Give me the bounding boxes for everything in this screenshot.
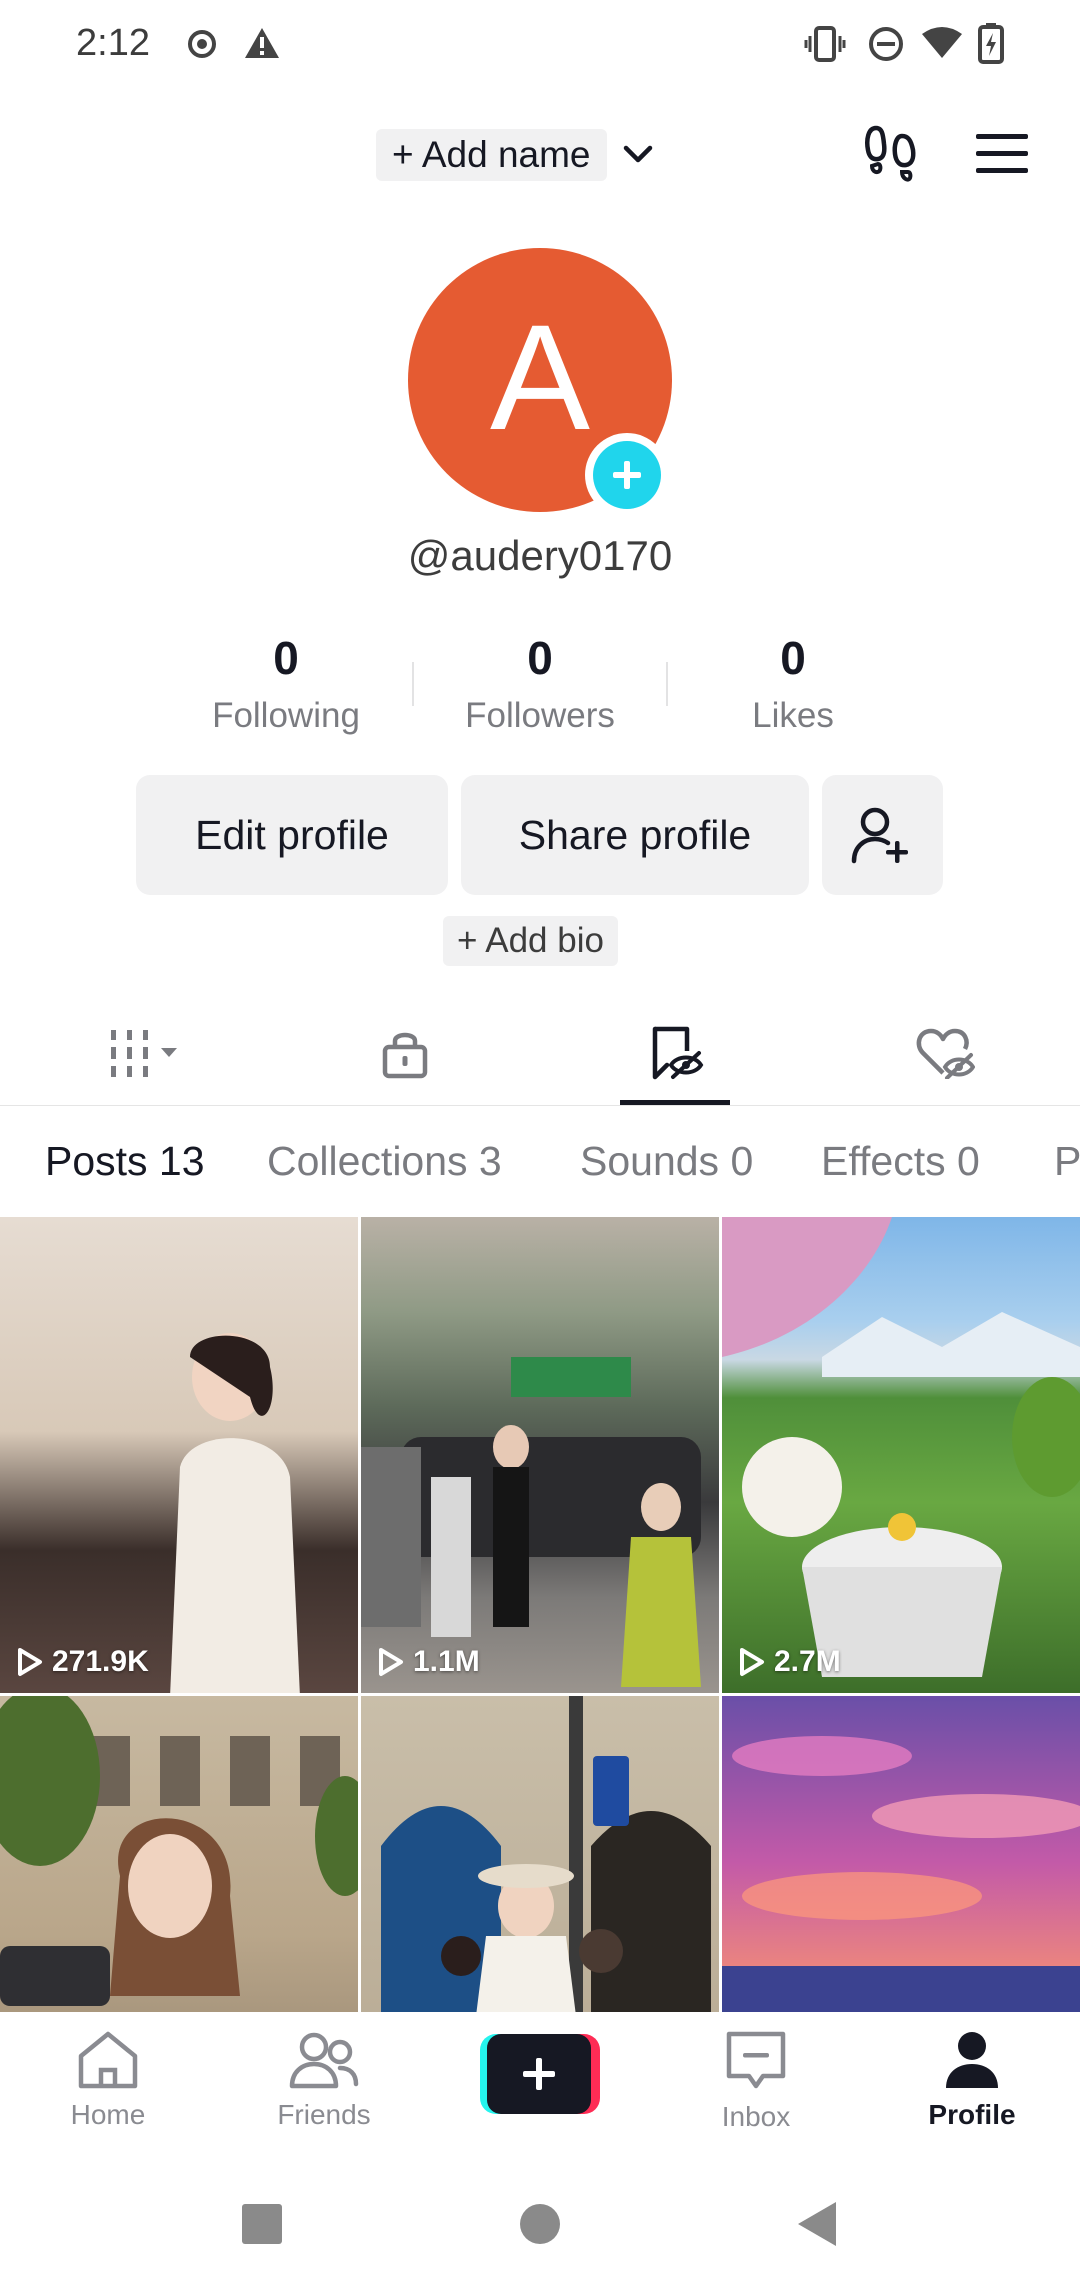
content-tabs: Posts 13 Collections 3 Sounds 0 Effects …: [0, 1106, 1080, 1218]
back-icon[interactable]: [796, 2200, 838, 2248]
add-friend-button[interactable]: [822, 775, 943, 895]
followers-count: 0: [527, 632, 553, 684]
record-icon: [188, 30, 216, 58]
nav-friends-label: Friends: [277, 2099, 371, 2130]
tab-effects[interactable]: Effects 0: [821, 1138, 980, 1185]
avatar-letter: A: [489, 293, 591, 461]
following-count: 0: [273, 632, 299, 684]
dnd-icon: [869, 27, 903, 61]
add-user-icon: [851, 807, 908, 864]
post-thumbnail[interactable]: 1.1M: [361, 1217, 719, 1693]
play-icon: [18, 1648, 42, 1676]
post-thumbnail[interactable]: [0, 1696, 358, 2012]
paris-street-image: [381, 1696, 711, 2012]
likes-count: 0: [780, 632, 806, 684]
tab-more[interactable]: P: [1054, 1138, 1080, 1185]
home-system-icon[interactable]: [518, 2202, 562, 2246]
system-navigation-bar: [0, 2162, 1080, 2280]
share-profile-button[interactable]: Share profile: [461, 775, 809, 895]
tab-reposts[interactable]: [620, 1018, 730, 1088]
view-count-text: 271.9K: [52, 1645, 149, 1678]
username: @audery0170: [407, 532, 673, 579]
nav-home[interactable]: Home: [28, 2030, 188, 2131]
tab-collections[interactable]: Collections 3: [267, 1138, 502, 1185]
post-thumbnail[interactable]: 2.7M: [722, 1217, 1080, 1693]
following-label: Following: [212, 696, 360, 735]
tab-sounds[interactable]: Sounds 0: [580, 1138, 753, 1185]
footprints-icon[interactable]: [862, 124, 920, 186]
home-icon: [78, 2031, 138, 2089]
building-portrait-image: [0, 1696, 358, 2006]
stat-following[interactable]: 0 Following: [171, 630, 401, 736]
inbox-icon: [726, 2031, 786, 2089]
vibrate-icon: [804, 26, 846, 62]
garden-scene-image: [722, 1217, 1080, 1677]
add-avatar-button[interactable]: [585, 433, 669, 517]
play-icon: [740, 1648, 764, 1676]
stat-followers[interactable]: 0 Followers: [425, 630, 655, 736]
tab-private[interactable]: [350, 1018, 460, 1088]
warning-icon: [245, 28, 279, 58]
view-count: 271.9K: [16, 1645, 149, 1679]
stat-divider: [412, 662, 414, 706]
chevron-down-icon[interactable]: [620, 136, 656, 172]
profile-icon-tabs: [0, 1000, 1080, 1106]
likes-label: Likes: [752, 696, 834, 735]
tab-videos-grid[interactable]: [90, 1018, 200, 1088]
view-count: 1.1M: [377, 1645, 480, 1679]
tab-posts[interactable]: Posts 13: [45, 1138, 205, 1185]
tab-liked[interactable]: [890, 1018, 1000, 1088]
recents-icon[interactable]: [240, 2202, 284, 2246]
profile-icon: [946, 2032, 998, 2088]
view-count-text: 2.7M: [774, 1645, 841, 1678]
add-bio-button[interactable]: + Add bio: [443, 916, 618, 966]
post-thumbnail[interactable]: 271.9K: [0, 1217, 358, 1693]
play-icon: [379, 1648, 403, 1676]
stat-likes[interactable]: 0 Likes: [678, 630, 908, 736]
nav-profile[interactable]: Profile: [892, 2030, 1052, 2131]
wifi-icon: [922, 27, 962, 58]
sunset-sky-image: [722, 1736, 1080, 2012]
add-name-button[interactable]: + Add name: [376, 129, 607, 181]
menu-icon[interactable]: [974, 132, 1030, 176]
hidden-heart-icon: [916, 1028, 975, 1079]
status-bar: 2:12: [0, 0, 1080, 90]
plus-icon: [487, 2034, 591, 2114]
post-thumbnail[interactable]: [361, 1696, 719, 2012]
posts-grid: 271.9K 1.1M 2.7M: [0, 1217, 1080, 2012]
nav-inbox-label: Inbox: [721, 2101, 791, 2132]
nav-profile-label: Profile: [928, 2099, 1016, 2130]
bottom-navigation: Home Friends Inbox Profile: [0, 2012, 1080, 2162]
view-count: 2.7M: [738, 1645, 841, 1679]
view-count-text: 1.1M: [413, 1645, 480, 1678]
street-scene-image: [361, 1357, 701, 1687]
active-tab-indicator: [620, 1100, 730, 1105]
edit-profile-button[interactable]: Edit profile: [136, 775, 448, 895]
battery-charging-icon: [978, 23, 1004, 64]
grid-dropdown-icon: [111, 1030, 177, 1077]
nav-friends[interactable]: Friends: [244, 2030, 404, 2131]
person-figure-image: [170, 1333, 300, 1693]
nav-home-label: Home: [70, 2099, 146, 2130]
hidden-post-icon: [652, 1026, 704, 1080]
top-bar: + Add name: [0, 120, 1080, 190]
create-button[interactable]: [480, 2034, 600, 2114]
status-time: 2:12: [76, 22, 150, 64]
post-thumbnail[interactable]: [722, 1696, 1080, 2012]
followers-label: Followers: [465, 696, 615, 735]
lock-icon: [382, 1032, 428, 1079]
profile-stats: 0 Following 0 Followers 0 Likes: [0, 630, 1080, 750]
friends-icon: [289, 2032, 359, 2089]
nav-inbox[interactable]: Inbox: [676, 2030, 836, 2133]
stat-divider: [666, 662, 668, 706]
plus-icon: [593, 441, 661, 509]
